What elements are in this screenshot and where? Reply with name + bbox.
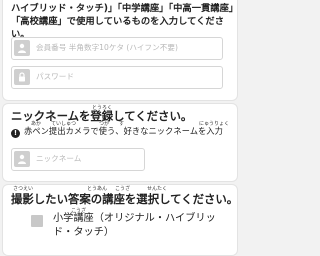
- password-placeholder: パスワード: [36, 72, 74, 81]
- course-card: さつえい とうあん こうざ せんたく 撮影したい答案の講座を選択してください。 …: [2, 184, 238, 256]
- alert-icon: !: [11, 129, 20, 138]
- nickname-notice: ! 赤ペン提出カメラで使う、好きなニックネームを入力: [11, 125, 223, 138]
- login-card: ハイブリッド・タッチ)」「中学講座」「中高一貫講座」「高校講座」で使用しているも…: [2, 0, 238, 101]
- member-number-field[interactable]: 会員番号 半角数字10ケタ (ハイフン不要): [11, 37, 223, 60]
- user-icon: [14, 151, 30, 167]
- nickname-notice-text: 赤ペン提出カメラで使う、好きなニックネームを入力: [24, 126, 223, 136]
- user-icon: [14, 40, 30, 56]
- nickname-card: とうろく ニックネームを登録してください。 あか ていしゅつ つか す にゅうり…: [2, 103, 238, 182]
- nickname-field[interactable]: ニックネーム: [11, 148, 145, 171]
- course-checkbox[interactable]: [31, 215, 43, 227]
- lock-icon: [14, 69, 30, 85]
- course-option-line-2: ド・タッチ）: [53, 227, 115, 238]
- course-option-label[interactable]: 小学講座（オリジナル・ハイブリッ ド・タッチ）: [53, 212, 216, 240]
- member-number-placeholder: 会員番号 半角数字10ケタ (ハイフン不要): [36, 43, 178, 52]
- course-option-line-1: 小学講座（オリジナル・ハイブリッ: [53, 213, 216, 224]
- password-field[interactable]: パスワード: [11, 66, 223, 89]
- login-intro-text: ハイブリッド・タッチ)」「中学講座」「中高一貫講座」「高校講座」で使用しているも…: [11, 3, 234, 40]
- course-title: 撮影したい答案の講座を選択してください。: [11, 192, 238, 206]
- nickname-placeholder: ニックネーム: [36, 154, 82, 163]
